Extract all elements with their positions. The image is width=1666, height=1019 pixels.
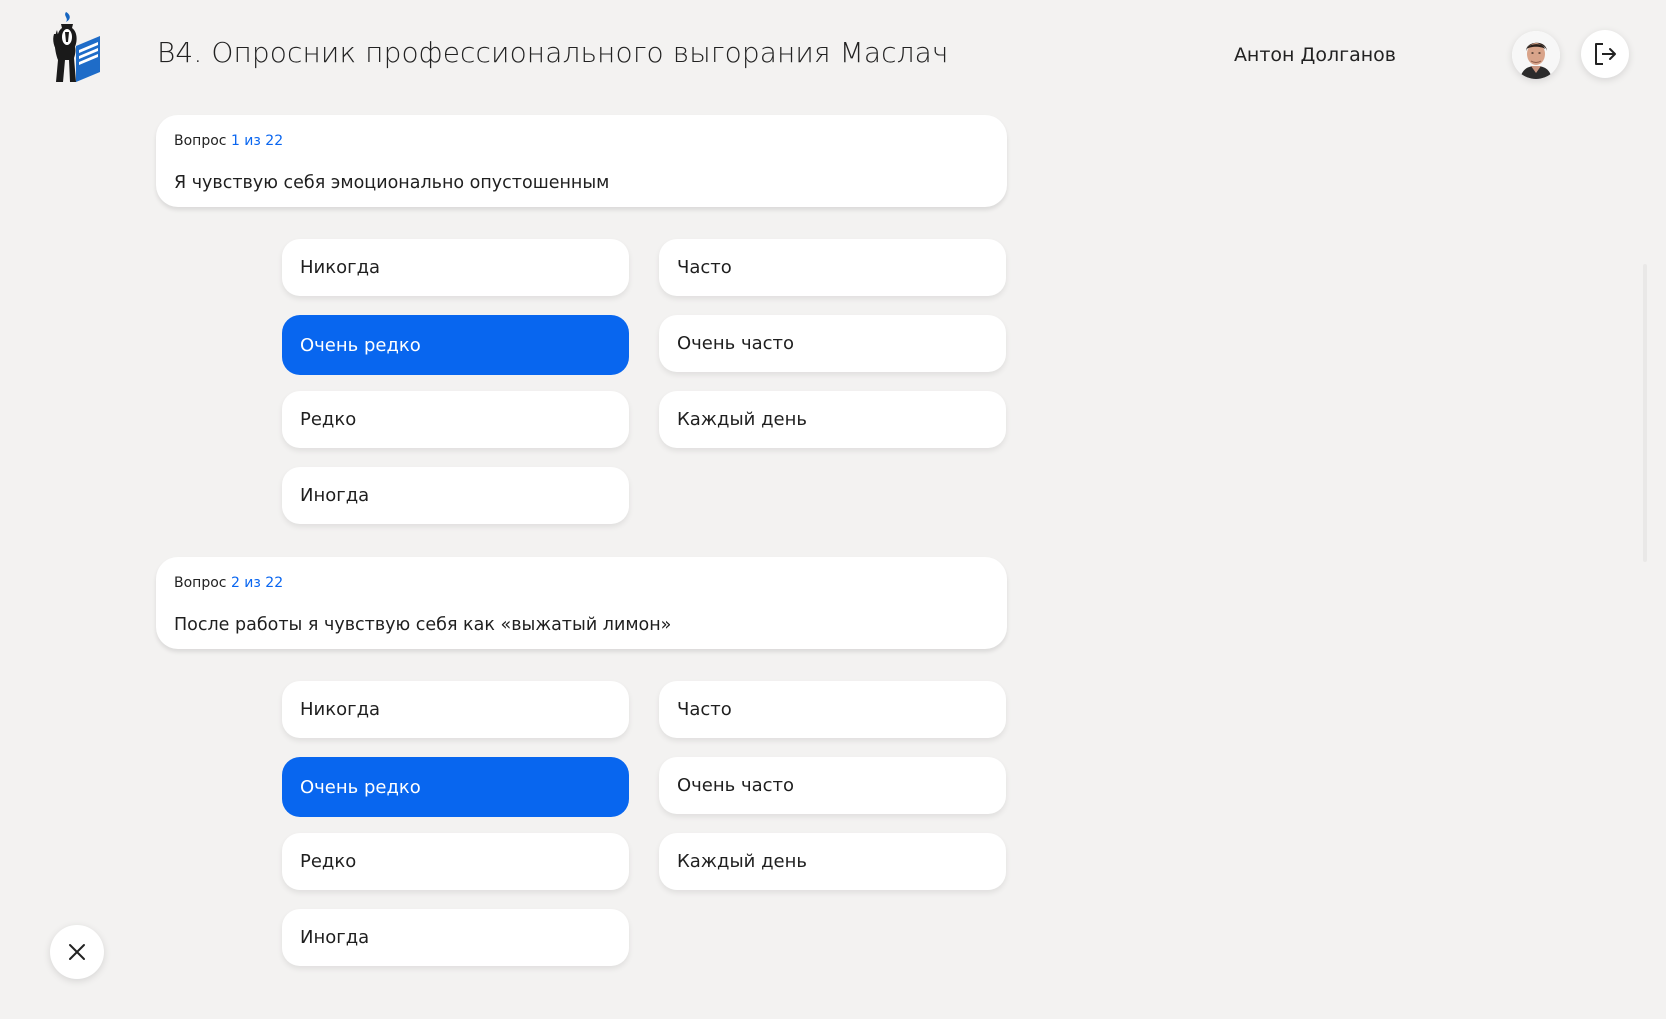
answer-option-never[interactable]: Никогда — [282, 239, 629, 296]
page-title: B4. Опросник профессионального выгорания… — [157, 36, 949, 69]
question-text: После работы я чувствую себя как «выжаты… — [174, 615, 672, 635]
question-counter: Вопрос 1 из 22 — [174, 133, 283, 149]
answer-option-very-often[interactable]: Очень часто — [659, 757, 1006, 814]
answer-option-sometimes[interactable]: Иногда — [282, 467, 629, 524]
logo — [52, 10, 102, 86]
answer-option-rarely[interactable]: Редко — [282, 391, 629, 448]
answer-option-very-often[interactable]: Очень часто — [659, 315, 1006, 372]
question-counter: Вопрос 2 из 22 — [174, 575, 283, 591]
answer-option-often[interactable]: Часто — [659, 681, 1006, 738]
question-counter-label: Вопрос — [174, 133, 227, 149]
close-button[interactable] — [50, 925, 104, 979]
question-counter-label: Вопрос — [174, 575, 227, 591]
emblem-logo-icon — [53, 12, 100, 82]
question-counter-value: 1 из 22 — [230, 133, 284, 149]
answer-option-sometimes[interactable]: Иногда — [282, 909, 629, 966]
answer-option-very-rarely[interactable]: Очень редко — [282, 315, 629, 375]
scrollbar[interactable] — [1643, 264, 1647, 562]
user-name: Антон Долганов — [1233, 44, 1396, 66]
question-card: Вопрос 2 из 22 После работы я чувствую с… — [156, 557, 1007, 649]
logout-button[interactable] — [1581, 30, 1629, 78]
question-counter-value: 2 из 22 — [230, 575, 284, 591]
question-text: Я чувствую себя эмоционально опустошенны… — [174, 173, 610, 193]
user-avatar-icon — [1512, 31, 1560, 79]
avatar[interactable] — [1512, 31, 1560, 79]
answer-option-often[interactable]: Часто — [659, 239, 1006, 296]
answer-option-every-day[interactable]: Каждый день — [659, 391, 1006, 448]
question-card: Вопрос 1 из 22 Я чувствую себя эмоционал… — [156, 115, 1007, 207]
logout-icon — [1595, 43, 1616, 65]
answer-option-very-rarely[interactable]: Очень редко — [282, 757, 629, 817]
answer-option-never[interactable]: Никогда — [282, 681, 629, 738]
close-icon — [69, 944, 85, 960]
answer-option-every-day[interactable]: Каждый день — [659, 833, 1006, 890]
answer-option-rarely[interactable]: Редко — [282, 833, 629, 890]
